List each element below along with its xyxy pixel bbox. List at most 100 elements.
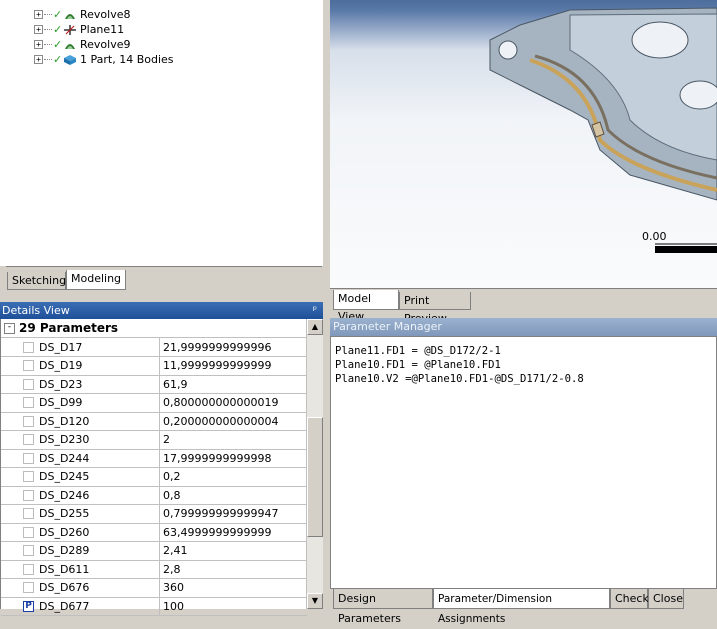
parameter-value[interactable]: 0,800000000000019 [160,394,278,412]
parameter-value[interactable]: 2 [160,431,170,449]
details-scrollbar[interactable]: ▲ ▼ [306,319,323,609]
parameter-row[interactable]: DS_D255 0,799999999999947 [1,504,307,524]
details-grid: - 29 Parameters DS_D17 21,9999999999996 DS… [0,319,307,616]
parameter-name-cell: DS_D19 [1,356,160,375]
parameter-row[interactable]: DS_D676 360 [1,578,307,598]
parameter-checkbox[interactable] [23,489,34,501]
tab-sketching[interactable]: Sketching [7,272,66,290]
parameter-checkbox[interactable] [23,434,34,445]
tree-item-label: 1 Part, 14 Bodies [80,53,174,66]
tab-print-preview[interactable]: Print Preview [399,292,471,325]
parameter-value[interactable]: 63,4999999999999 [160,523,271,541]
parameter-value[interactable]: 100 [160,597,184,615]
tree-item-parts[interactable]: + ✓ 1 Part, 14 Bodies [34,52,174,67]
tab-parameter-dimension-assignments[interactable]: Parameter/Dimension Assignments [433,589,610,625]
parameter-row[interactable]: DS_D120 0,200000000000004 [1,412,307,431]
parameter-name: DS_D255 [39,507,90,520]
parameter-value[interactable]: 0,2 [160,468,181,486]
parameter-value[interactable]: 0,8 [160,486,181,504]
scale-label: 0.00 [642,230,667,243]
parameter-row[interactable]: DS_D17 21,9999999999996 [1,338,307,357]
parameter-name: DS_D611 [39,562,90,576]
expand-icon[interactable]: + [34,55,43,64]
model-viewport[interactable]: 0.00 [330,0,717,288]
check-icon: ✓ [53,8,63,21]
parameter-value[interactable]: 17,9999999999998 [160,449,271,467]
parameter-checkbox[interactable] [23,378,34,390]
parameter-checkbox[interactable] [23,582,34,593]
parameter-value[interactable]: 0,200000000000004 [160,412,278,430]
parameter-checkbox[interactable] [23,452,34,464]
expand-icon[interactable]: + [34,25,43,34]
parameter-value[interactable]: 2,41 [160,542,188,560]
parameter-row[interactable]: DS_D246 0,8 [1,486,307,505]
tree-item-plane11[interactable]: + ✓ Plane11 [34,22,124,37]
parameter-row[interactable]: DS_D99 0,800000000000019 [1,393,307,413]
scroll-thumb[interactable] [307,417,323,537]
parameter-name: DS_D99 [39,396,83,409]
parameter-row[interactable]: DS_D23 61,9 [1,375,307,394]
parameter-value[interactable]: 2,8 [160,560,181,578]
parameter-tab-strip: Design Parameters Parameter/Dimension As… [330,589,717,625]
parameter-name-cell: DS_D23 [1,375,160,393]
tab-close[interactable]: Close [648,589,684,609]
expand-icon[interactable]: + [34,40,43,49]
parameter-name-cell: DS_D246 [1,486,160,504]
parameter-name: DS_D230 [39,433,90,446]
scroll-up-button[interactable]: ▲ [307,319,323,335]
parameter-row[interactable]: DS_D260 63,4999999999999 [1,523,307,542]
parameter-value[interactable]: 0,799999999999947 [160,505,278,523]
scroll-down-button[interactable]: ▼ [307,593,323,609]
tree-item-label: Revolve9 [80,38,131,51]
details-view-title: Details View [2,304,70,317]
tab-modeling[interactable]: Modeling [66,270,126,290]
tab-model-view[interactable]: Model View [333,290,399,323]
parameter-row[interactable]: DS_D19 11,9999999999999 [1,356,307,376]
collapse-icon[interactable]: - [4,322,15,334]
check-icon: ✓ [53,23,63,36]
tree-item-revolve9[interactable]: + ✓ Revolve9 [34,37,131,52]
parameter-name: DS_D244 [39,451,90,465]
code-line: Plane10.FD1 = @Plane10.FD1 [335,359,501,371]
tree-item-revolve8[interactable]: + ✓ Revolve8 [34,7,131,22]
check-icon: ✓ [53,53,63,66]
parameter-row[interactable]: DS_D289 2,41 [1,541,307,561]
parameter-checkbox[interactable] [23,526,34,538]
parameter-value[interactable]: 11,9999999999999 [160,357,271,375]
parameter-checkbox[interactable] [23,471,34,482]
parameter-name-cell: DS_D17 [1,338,160,356]
parameter-row[interactable]: DS_D244 17,9999999999998 [1,449,307,468]
parameter-checkbox[interactable] [23,415,34,427]
code-line: Plane10.V2 =@Plane10.FD1-@DS_D171/2-0.8 [335,373,584,385]
parameter-value[interactable]: 21,9999999999996 [160,338,271,356]
parameter-flag-icon[interactable]: P [23,600,34,612]
parameter-name-cell: DS_D260 [1,523,160,541]
parameter-checkbox[interactable] [23,563,34,575]
group-title: 29 Parameters [19,321,119,335]
parameter-checkbox[interactable] [23,545,34,556]
parameter-checkbox[interactable] [23,341,34,353]
revolve-icon [65,43,75,49]
parameter-row[interactable]: DS_D230 2 [1,430,307,450]
parameter-value[interactable]: 360 [160,579,184,597]
parameter-checkbox[interactable] [23,397,34,408]
parameter-row[interactable]: P DS_D677 100 [1,597,307,616]
parameter-name: DS_D677 [39,599,90,613]
plane-icon [64,24,76,35]
model-tree: + ✓ Revolve8 + ✓ Plane11 + ✓ Revolve9 + … [0,0,323,266]
parameter-value[interactable]: 61,9 [160,375,188,393]
parameter-group[interactable]: - 29 Parameters [1,319,307,338]
pin-icon[interactable]: ᵖ [313,302,317,319]
splitter[interactable] [323,0,330,609]
parameter-checkbox[interactable] [23,508,34,519]
parameter-editor[interactable]: Plane11.FD1 = @DS_D172/2-1 Plane10.FD1 =… [330,336,717,589]
parameter-name: DS_D260 [39,525,90,539]
parameter-row[interactable]: DS_D611 2,8 [1,560,307,579]
parameter-name: DS_D120 [39,414,90,428]
view-tab-strip: Model View Print Preview [330,288,717,325]
expand-icon[interactable]: + [34,10,43,19]
tab-design-parameters[interactable]: Design Parameters [333,589,433,625]
parameter-row[interactable]: DS_D245 0,2 [1,467,307,487]
tab-check[interactable]: Check [610,589,649,609]
parameter-checkbox[interactable] [23,360,34,371]
